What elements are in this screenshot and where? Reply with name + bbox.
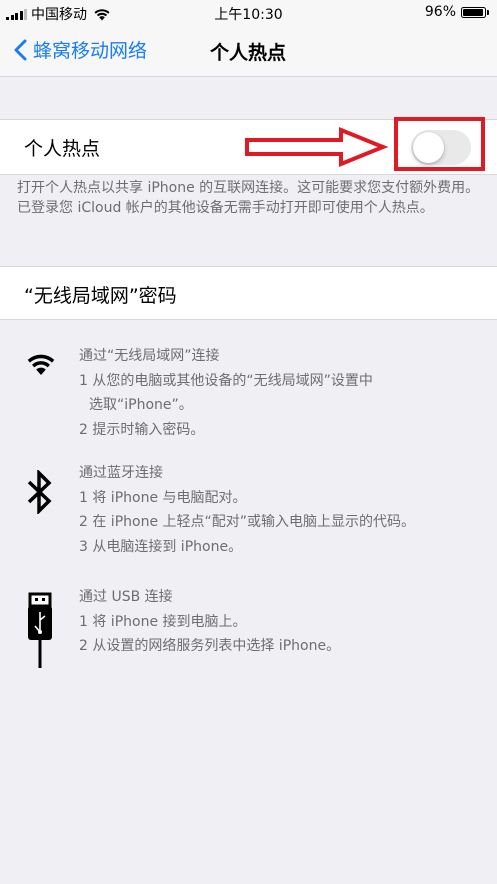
wifi-step-1: 1 从您的电脑或其他设备的“无线局域网”设置中: [79, 372, 373, 389]
annotation-highlight-box: [394, 117, 485, 171]
back-button[interactable]: 蜂窝移动网络: [14, 36, 147, 63]
usb-instructions-title: 通过 USB 连接: [79, 589, 173, 605]
hotspot-label: 个人热点: [24, 138, 101, 160]
page-title: 个人热点: [160, 38, 336, 65]
wifi-password-cell[interactable]: “无线局域网”密码: [0, 266, 497, 320]
back-button-label: 蜂窝移动网络: [33, 40, 148, 62]
usb-cable-icon: [28, 592, 52, 668]
hotspot-footer-text: 打开个人热点以共享 iPhone 的互联网连接。这可能要求您支付额外费用。已登录…: [17, 180, 480, 216]
bluetooth-step-2: 2 在 iPhone 上轻点“配对”或输入电脑上显示的代码。: [79, 514, 416, 530]
battery-icon: [461, 6, 486, 18]
page-title-text: 个人热点: [209, 42, 286, 64]
annotation-arrow: [245, 127, 389, 167]
status-bar: 中国移动 上午10:30 96%: [0, 0, 497, 26]
usb-step-2: 2 从设置的网络服务列表中选择 iPhone。: [79, 638, 341, 654]
battery-fill: [463, 8, 484, 16]
bluetooth-instructions: 通过蓝牙连接 1 将 iPhone 与电脑配对。 2 在 iPhone 上轻点“…: [79, 461, 415, 559]
wifi-instructions-title: 通过“无线局域网”连接: [79, 348, 220, 364]
wifi-step-1-continued: 选取“iPhone”。: [89, 397, 193, 413]
battery-tip: [487, 9, 489, 15]
usb-instructions: 通过 USB 连接 1 将 iPhone 接到电脑上。 2 从设置的网络服务列表…: [79, 585, 340, 659]
bluetooth-step-3: 3 从电脑连接到 iPhone。: [79, 538, 243, 555]
wifi-icon: [27, 354, 55, 375]
usb-step-1: 1 将 iPhone 接到电脑上。: [79, 613, 247, 630]
status-right: 96%: [425, 4, 489, 20]
wifi-password-label: “无线局域网”密码: [24, 285, 177, 307]
navigation-bar: 蜂窝移动网络 个人热点: [0, 26, 497, 77]
chevron-left-icon: [14, 39, 27, 60]
wifi-step-2: 2 提示时输入密码。: [79, 421, 205, 438]
bluetooth-icon: [27, 470, 52, 514]
battery-percentage: 96%: [424, 4, 456, 20]
bluetooth-step-1: 1 将 iPhone 与电脑配对。: [79, 489, 247, 506]
status-time: 上午10:30: [214, 7, 283, 23]
wifi-instructions: 通过“无线局域网”连接 1 从您的电脑或其他设备的“无线局域网”设置中 选取“i…: [79, 344, 373, 442]
bluetooth-instructions-title: 通过蓝牙连接: [79, 465, 163, 481]
